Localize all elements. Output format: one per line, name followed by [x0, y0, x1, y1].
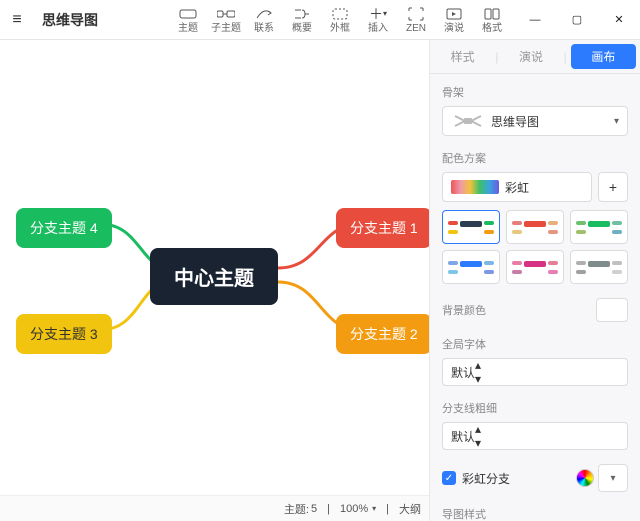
summary-icon [284, 5, 320, 23]
stepper-icon: ▴▾ [475, 422, 481, 450]
scheme-label: 配色方案 [442, 150, 628, 166]
tool-topic[interactable]: 主题 [170, 3, 206, 37]
tool-summary[interactable]: 概要 [284, 3, 320, 37]
rainbow-color-icon[interactable] [576, 469, 594, 487]
tool-insert[interactable]: ＋▾ 插入 [360, 3, 396, 37]
global-font-label: 全局字体 [442, 336, 628, 352]
skeleton-select[interactable]: 思维导图 ▾ [442, 106, 628, 136]
hamburger-menu[interactable]: ≡ [0, 0, 34, 40]
format-panel: 样式 | 演说 | 画布 骨架 思维导图 ▾ 配色方案 [430, 40, 640, 521]
theme-preset-5[interactable] [506, 250, 564, 284]
background-color-swatch[interactable] [596, 298, 628, 322]
main-toolbar: 主题 子主题 联系 概要 外框 ＋▾ 插入 ZEN 演说 [170, 3, 514, 37]
tab-pitch[interactable]: 演说 [498, 40, 563, 73]
topic-icon [170, 5, 206, 23]
linewidth-label: 分支线粗细 [442, 400, 628, 416]
status-outline[interactable]: 大纲 [399, 501, 421, 517]
tab-style[interactable]: 样式 [430, 40, 495, 73]
rainbow-strip-icon [451, 180, 499, 194]
tool-relation[interactable]: 联系 [246, 3, 282, 37]
tool-pitch[interactable]: 演说 [436, 3, 472, 37]
mindmap-structure-icon [451, 112, 485, 130]
linewidth-select[interactable]: 默认 ▴▾ [442, 422, 628, 450]
theme-preset-1[interactable] [442, 210, 500, 244]
branch-topic-4[interactable]: 分支主题 4 [16, 208, 112, 248]
rainbow-options-dropdown[interactable]: ▾ [598, 464, 628, 492]
map-style-label: 导图样式 [442, 506, 628, 521]
theme-preset-2[interactable] [506, 210, 564, 244]
relation-icon [246, 5, 282, 23]
theme-preset-4[interactable] [442, 250, 500, 284]
theme-presets-grid [442, 210, 628, 284]
tool-zen[interactable]: ZEN [398, 3, 434, 37]
background-color-label: 背景颜色 [442, 302, 486, 318]
chevron-down-icon: ▾ [614, 116, 619, 127]
tab-canvas[interactable]: 画布 [571, 44, 636, 69]
branch-topic-3[interactable]: 分支主题 3 [16, 314, 112, 354]
app-title: 思维导图 [34, 10, 106, 30]
branch-topic-2[interactable]: 分支主题 2 [336, 314, 429, 354]
scheme-select[interactable]: 彩虹 [442, 172, 592, 202]
boundary-icon [322, 5, 358, 23]
center-topic[interactable]: 中心主题 [150, 248, 278, 305]
global-font-select[interactable]: 默认 ▴▾ [442, 358, 628, 386]
skeleton-label: 骨架 [442, 84, 628, 100]
rainbow-branch-label: 彩虹分支 [462, 470, 510, 487]
chevron-down-icon: ▾ [372, 504, 376, 513]
window-close[interactable]: ✕ [598, 0, 640, 40]
rainbow-branch-checkbox[interactable]: ✓ [442, 471, 456, 485]
theme-preset-3[interactable] [570, 210, 628, 244]
status-zoom[interactable]: 100% ▾ [340, 503, 376, 515]
zen-icon [398, 5, 434, 23]
tool-boundary[interactable]: 外框 [322, 3, 358, 37]
stepper-icon: ▴▾ [475, 358, 481, 386]
window-minimize[interactable]: — [514, 0, 556, 40]
tool-subtopic[interactable]: 子主题 [208, 3, 244, 37]
window-maximize[interactable]: ▢ [556, 0, 598, 40]
subtopic-icon [208, 5, 244, 23]
insert-icon: ＋▾ [360, 5, 396, 23]
status-topic-count: 主题: 5 [284, 501, 317, 517]
format-icon [474, 5, 510, 23]
branch-topic-1[interactable]: 分支主题 1 [336, 208, 429, 248]
tool-format[interactable]: 格式 [474, 3, 510, 37]
mindmap-canvas[interactable]: 中心主题 分支主题 4 分支主题 1 分支主题 3 分支主题 2 [0, 40, 429, 495]
add-scheme-button[interactable]: + [598, 172, 628, 202]
theme-preset-6[interactable] [570, 250, 628, 284]
pitch-icon [436, 5, 472, 23]
